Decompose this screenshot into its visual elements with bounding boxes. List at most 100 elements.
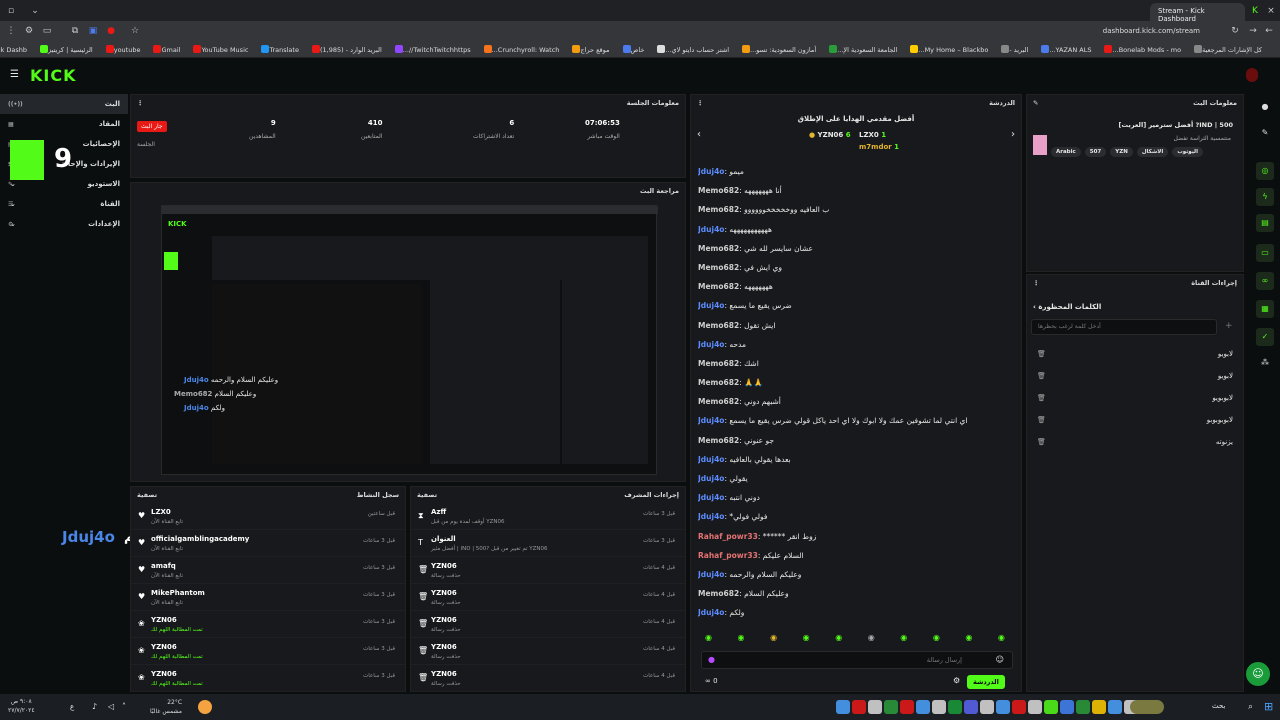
chat-username[interactable]: Jduj4o [698, 474, 724, 483]
taskbar-app-icon[interactable] [868, 700, 882, 714]
next-arrow-icon[interactable]: › [1011, 129, 1015, 140]
chat-message[interactable]: Rahaf_powr33: ****** زوط انقر [698, 527, 1018, 546]
bolt-icon[interactable]: ϟ [1256, 188, 1274, 206]
clipboard-icon[interactable]: ▤ [1256, 214, 1274, 232]
taskbar-app-icon[interactable] [948, 700, 962, 714]
delete-word-icon[interactable]: 🗑 [1037, 416, 1046, 424]
chat-message[interactable]: Jduj4o: وعليكم السلام والرحمه [698, 565, 1018, 584]
stream-video[interactable]: KICK Jduj4o وعليكم السلام والرحمه Memo68… [161, 205, 658, 475]
emote-picker-icon[interactable]: ● [708, 655, 715, 664]
more-icon[interactable]: ⋮ [1033, 279, 1040, 287]
stream-tag[interactable]: 507 [1084, 147, 1107, 157]
chat-username[interactable]: Jduj4o [698, 301, 724, 310]
chat-username[interactable]: Rahaf_powr33 [698, 551, 758, 560]
chat-username[interactable]: Memo682 [698, 282, 739, 291]
chat-username[interactable]: Jduj4o [698, 416, 724, 425]
bookmark-item[interactable]: اشتر حساب دايتو لاي... [654, 42, 729, 57]
chat-message[interactable]: Jduj4o: دوني انتبه [698, 488, 1018, 507]
search-box[interactable]: بحث [1212, 702, 1225, 710]
chat-username[interactable]: Memo682 [698, 263, 739, 272]
chat-message[interactable]: Memo682: اشك [698, 354, 1018, 373]
chat-username[interactable]: Jduj4o [698, 608, 724, 617]
taskbar-app-icon[interactable] [1044, 700, 1058, 714]
chat-username[interactable]: Jduj4o [698, 512, 724, 521]
emote-bar[interactable]: ◉ ◉ ◉ ◉ ◉ ◉ ◉ ◉ ◉ ◉ [705, 633, 1005, 647]
extension-icon[interactable]: ⚙ [22, 24, 36, 38]
chat-message[interactable]: Jduj4o: بعدها يقولي بالعافيه [698, 450, 1018, 469]
taskbar-app-icon[interactable] [1012, 700, 1026, 714]
new-window-icon[interactable]: ⧉ [68, 24, 82, 38]
bookmark-item[interactable]: أمازون السعودية: تسو... [739, 42, 816, 57]
chat-username[interactable]: Jduj4o [698, 340, 724, 349]
chat-message[interactable]: Jduj4o: اي انتي لما تشوفين عمك ولا ابوك … [698, 411, 1018, 430]
kick-logo[interactable]: KICK [30, 66, 77, 85]
chat-message[interactable]: Jduj4o: ميمو [698, 162, 1018, 181]
shop-icon[interactable]: ▦ [1256, 300, 1274, 318]
delete-word-icon[interactable]: 🗑 [1037, 438, 1046, 446]
stream-tag[interactable]: Arabic [1051, 147, 1081, 157]
hamburger-menu-icon[interactable]: ☰ [10, 69, 19, 80]
bookmark-item[interactable]: Stream - Kick Dashb... [0, 42, 27, 57]
start-icon[interactable]: ⊞ [1264, 700, 1273, 713]
chat-message[interactable]: Memo682: وي ايش في [698, 258, 1018, 277]
chat-username[interactable]: Memo682 [698, 359, 739, 368]
chat-username[interactable]: Jduj4o [698, 455, 724, 464]
log-row[interactable]: ♥ MikePhantom تابع القناة الآن قبل 3 ساعات [131, 584, 405, 611]
log-row[interactable]: 🗑 YZN06 حذفت رسالة قبل 4 ساعات [411, 584, 685, 611]
taskbar-app-icon[interactable] [1060, 700, 1074, 714]
delete-word-icon[interactable]: 🗑 [1037, 372, 1046, 380]
banned-word-input[interactable]: أدخل كلمة لرغب بحظرها [1031, 319, 1217, 335]
log-row[interactable]: ♥ LZX0 تابع القناة الآن قبل ساعتين [131, 503, 405, 530]
chat-username[interactable]: Memo682 [698, 205, 739, 214]
link-icon[interactable]: ∞ [1256, 272, 1274, 290]
chat-message[interactable]: Jduj4o: يقولي [698, 469, 1018, 488]
chat-message[interactable]: Jduj4o: مدحه [698, 335, 1018, 354]
camera-icon[interactable]: ◎ [1256, 162, 1274, 180]
microphone-icon[interactable]: ♪ [92, 702, 97, 711]
chat-message[interactable]: Memo682: عشان سايسر لله شي [698, 239, 1018, 258]
log-row[interactable]: ❀ YZN06 تمت المطالبة اللهم لك قبل 3 ساعات [131, 611, 405, 638]
bookmark-item[interactable]: البريد - [998, 42, 1028, 57]
sidebar-item-home[interactable]: ▦ المقاد [0, 114, 128, 134]
settings-icon[interactable]: ⚙ [953, 676, 960, 685]
log-row[interactable]: ♥ officialgamblingacademy تابع القناة الآن… [131, 530, 405, 557]
menu-icon[interactable]: ⋮ [4, 24, 18, 38]
more-icon[interactable]: ⋮ [137, 99, 144, 107]
chat-message[interactable]: Memo682: هههههههه [698, 277, 1018, 296]
taskbar-app-icon[interactable] [852, 700, 866, 714]
sidebar-item-settings[interactable]: ⌄ ⚙ الإعدادات [0, 214, 128, 234]
taskbar-app-icon[interactable] [1108, 700, 1122, 714]
bookmark-item[interactable]: خاص [620, 42, 644, 57]
chat-message[interactable]: Jduj4o: ضرس يقيع ما يسمع [698, 296, 1018, 315]
user-icon[interactable]: ● [1256, 98, 1274, 116]
filter-button[interactable]: تصفية [417, 491, 437, 499]
chat-username[interactable]: Memo682 [698, 397, 739, 406]
close-tab-icon[interactable]: × [1264, 4, 1278, 18]
taskbar-app-icon[interactable] [900, 700, 914, 714]
url-field[interactable]: dashboard.kick.com/stream [1103, 27, 1200, 35]
taskbar-app-icon[interactable] [884, 700, 898, 714]
add-word-button[interactable]: + [1225, 321, 1233, 331]
log-row[interactable]: 🗑 YZN06 حذفت رسالة قبل 4 ساعات [411, 611, 685, 638]
more-icon[interactable]: ⋮ [697, 99, 704, 107]
bookmark-item[interactable]: Gmail [150, 42, 180, 57]
doc-icon[interactable]: ▣ [86, 24, 100, 38]
pencil-icon[interactable]: ✎ [1256, 124, 1274, 142]
chat-input[interactable]: إرسال رسالة ● ☺ [701, 651, 1013, 669]
chat-username[interactable]: Memo682 [698, 321, 739, 330]
bookmark-item[interactable]: الجامعة السعودية الإ... [826, 42, 897, 57]
log-row[interactable]: 🗑 YZN06 حذفت رسالة قبل 4 ساعات [411, 557, 685, 584]
chat-message[interactable]: Jduj4o: ولكم [698, 603, 1018, 622]
prev-arrow-icon[interactable]: ‹ [697, 129, 701, 140]
chat-message[interactable]: Memo682: جو عنوني [698, 431, 1018, 450]
bookmark-item[interactable]: Bonelab Mods - mo... [1101, 42, 1181, 57]
bookmark-item[interactable]: Crunchyroll: Watch... [481, 42, 559, 57]
clock[interactable]: ٩:٠٨ ص ٢٧/٧/٢٠٢٤ [8, 697, 35, 715]
chat-username[interactable]: Rahaf_powr33 [698, 532, 758, 541]
chat-message[interactable]: Memo682: 🙏🙏 [698, 373, 1018, 392]
chat-username[interactable]: Memo682 [698, 378, 739, 387]
taskbar-app-icon[interactable] [1076, 700, 1090, 714]
chat-username[interactable]: Memo682 [698, 436, 739, 445]
back-icon[interactable]: ← [1262, 24, 1276, 38]
chat-username[interactable]: Jduj4o [698, 493, 724, 502]
